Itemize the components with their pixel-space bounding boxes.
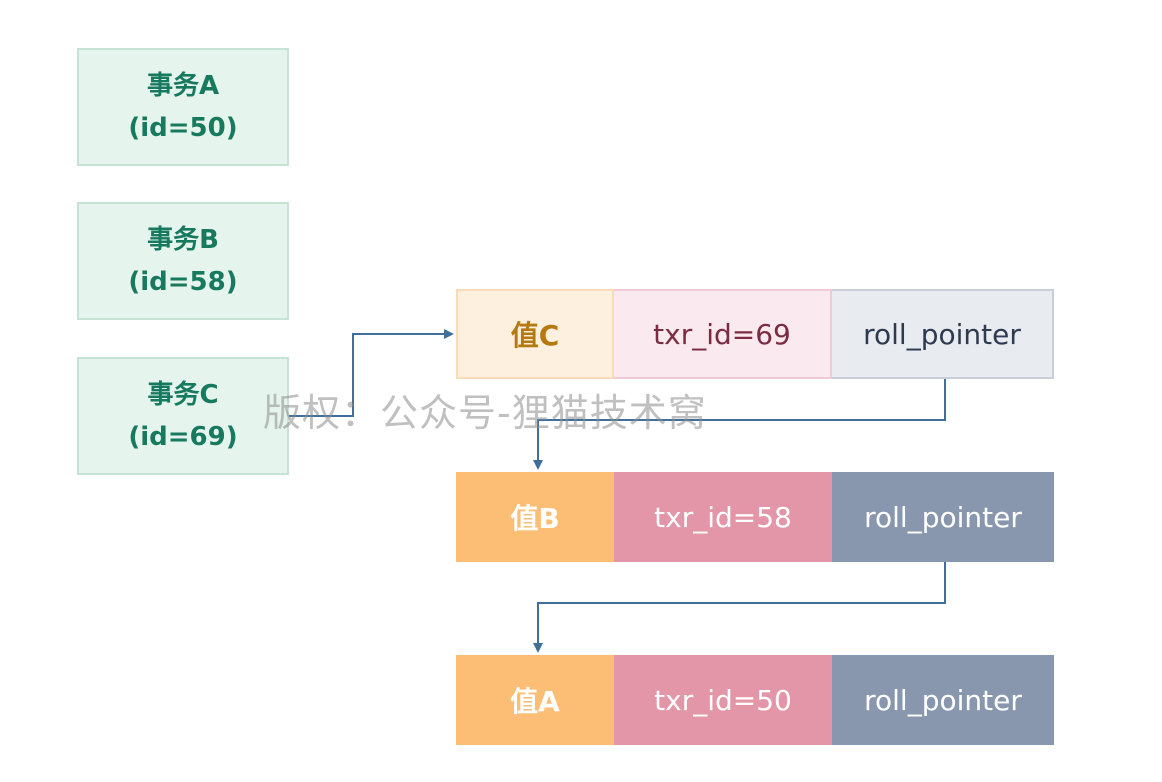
version-b-to-version-a-arrow [533, 562, 946, 653]
watermark-text: 版权：公众号-狸猫技术窝 [263, 391, 707, 435]
